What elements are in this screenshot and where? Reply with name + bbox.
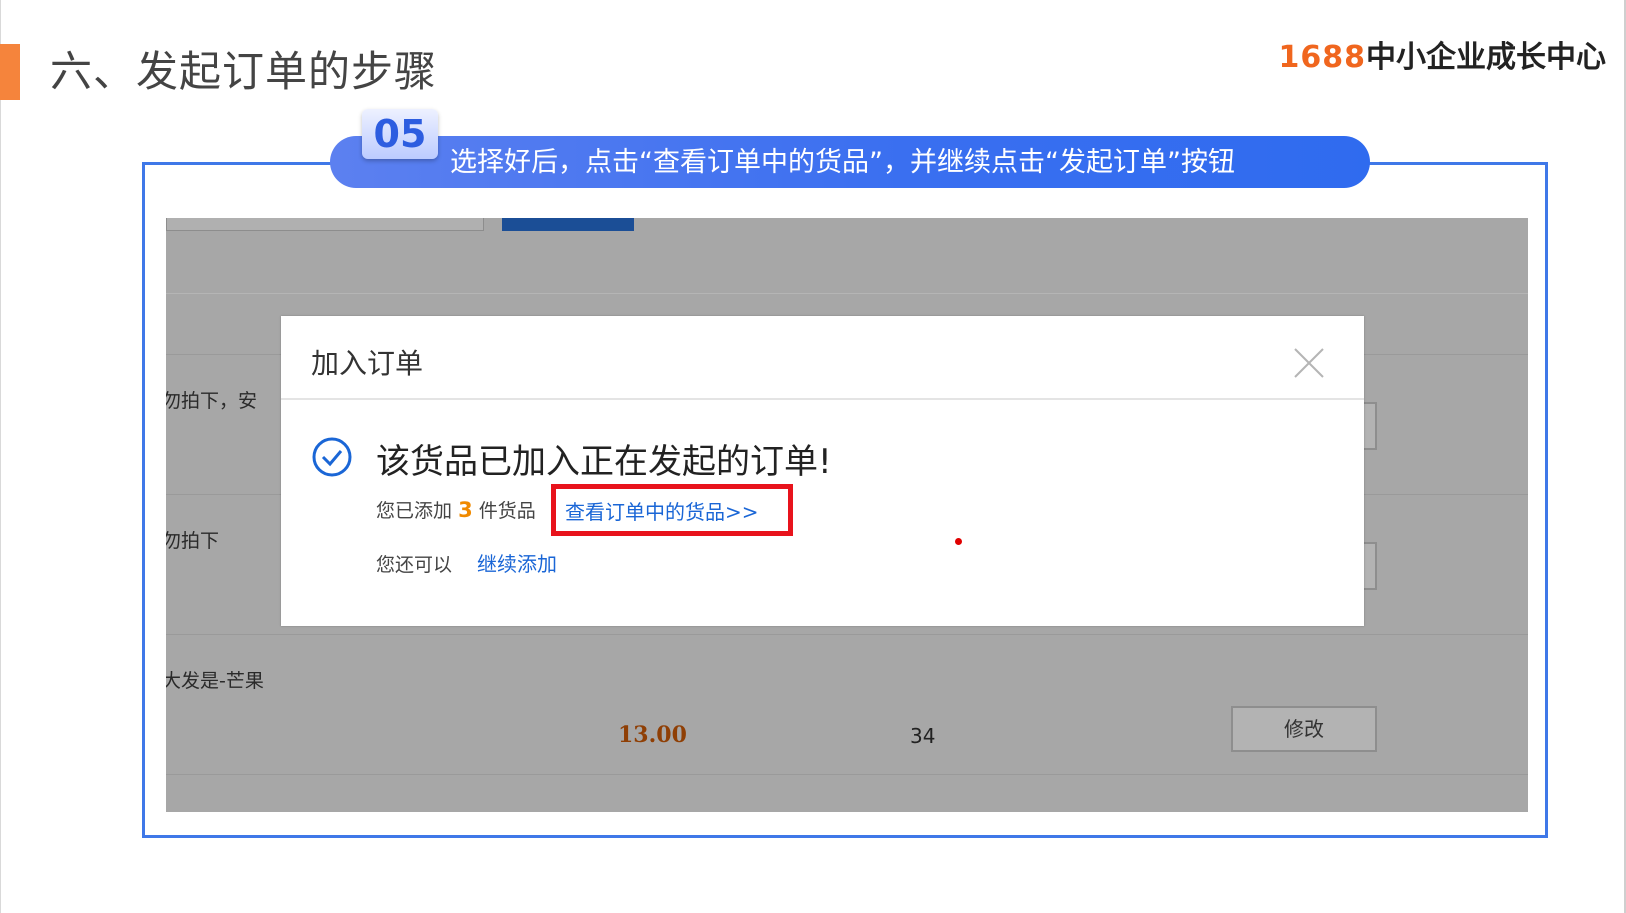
logo-text: 中小企业成长中心 bbox=[1366, 40, 1606, 75]
row-product-name: 大发是-芒果 bbox=[166, 670, 264, 692]
success-message: 该货品已加入正在发起的订单! bbox=[376, 442, 832, 482]
dialog-header: 加入订单 bbox=[281, 316, 1364, 400]
row-quantity: 34 bbox=[910, 724, 936, 748]
row-divider bbox=[166, 634, 1528, 635]
step-number-badge: 05 bbox=[362, 109, 438, 159]
step-instruction: 选择好后，点击“查看订单中的货品”，并继续点击“发起订单”按钮 bbox=[450, 147, 1235, 178]
brand-logo: 1688中小企业成长中心 bbox=[1279, 38, 1607, 78]
background-search-button bbox=[502, 218, 634, 231]
slide-left-edge bbox=[0, 0, 1, 913]
close-icon[interactable] bbox=[1292, 346, 1326, 380]
success-check-icon bbox=[312, 437, 352, 477]
row-product-name: 勿拍下，安 bbox=[166, 390, 258, 412]
background-search-input bbox=[166, 218, 484, 231]
row-edit-button: 修改 bbox=[1231, 706, 1377, 752]
added-prefix: 您已添加 bbox=[376, 500, 453, 522]
dialog-title: 加入订单 bbox=[311, 347, 424, 380]
row-price: 13.00 bbox=[618, 722, 687, 748]
also-label: 您还可以 bbox=[376, 554, 453, 576]
continue-adding-link[interactable]: 继续添加 bbox=[477, 548, 557, 577]
title-accent-bar bbox=[0, 44, 20, 100]
highlight-annotation-box bbox=[551, 484, 793, 536]
row-product-name: 勿拍下 bbox=[166, 530, 220, 552]
logo-number: 1688 bbox=[1278, 40, 1366, 75]
added-suffix: 件货品 bbox=[478, 500, 536, 522]
row-divider bbox=[166, 774, 1528, 775]
added-count: 3 bbox=[458, 498, 473, 522]
added-items-summary: 您已添加 3 件货品 bbox=[376, 496, 536, 523]
add-to-order-dialog: 加入订单 该货品已加入正在发起的订单! 您已添加 3 件货品 查看订单中的货品>… bbox=[281, 316, 1364, 626]
slide-title: 六、发起订单的步骤 bbox=[50, 47, 438, 96]
background-divider bbox=[166, 293, 1528, 294]
cursor-marker-dot bbox=[955, 538, 962, 545]
